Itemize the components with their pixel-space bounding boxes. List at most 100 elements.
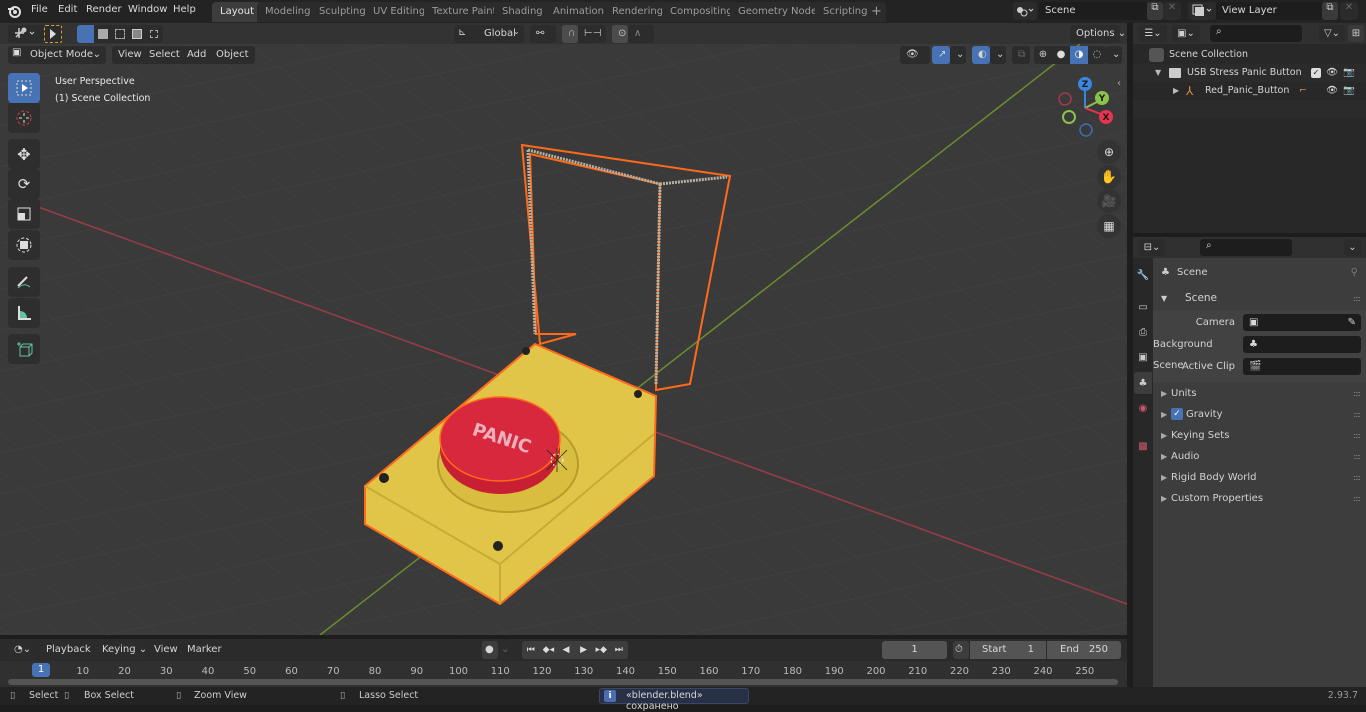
camera-render-icon[interactable]: 📷	[1343, 64, 1355, 82]
panel-keying-sets[interactable]: ▶ Keying Sets::::	[1153, 425, 1366, 446]
drag-handle-icon[interactable]: ::::	[1353, 288, 1361, 309]
tab-view-layer[interactable]: ▣	[1134, 346, 1152, 368]
menu-marker[interactable]: Marker	[181, 641, 228, 659]
expand-arrow-icon[interactable]: ▼	[1155, 64, 1161, 82]
tool-rotate[interactable]: ⟳	[8, 169, 40, 199]
select-invert-icon[interactable]	[128, 25, 145, 43]
delete-scene-icon[interactable]: ✕	[1163, 2, 1181, 20]
menu-file[interactable]: File	[31, 4, 48, 15]
menu-view[interactable]: View	[148, 641, 184, 659]
tweak-tool-button[interactable]	[44, 25, 62, 43]
eye-icon[interactable]: 👁	[1326, 82, 1338, 100]
rendered-shading-icon[interactable]: ◌	[1088, 46, 1106, 64]
editor-type-button[interactable]: ◔⌄	[8, 641, 34, 659]
auto-keying-toggle[interactable]: ●	[482, 641, 498, 659]
drag-handle-icon[interactable]: ::::	[1353, 404, 1361, 425]
camera-view-button[interactable]: 🎥	[1097, 189, 1121, 213]
menu-help[interactable]: Help	[173, 4, 196, 15]
panel-custom-properties[interactable]: ▶ Custom Properties::::	[1153, 488, 1366, 509]
snap-toggle[interactable]: ∩	[562, 25, 578, 43]
exclude-checkbox[interactable]: ✓	[1311, 68, 1321, 78]
drag-handle-icon[interactable]: ::::	[1353, 383, 1361, 404]
current-frame-field[interactable]: 1	[882, 641, 947, 659]
keying-dropdown[interactable]: Keying ⌄	[96, 641, 147, 659]
jump-start-icon[interactable]: ⏮	[522, 641, 540, 659]
play-icon[interactable]: ▶	[575, 641, 593, 659]
select-intersect-icon[interactable]	[145, 25, 162, 43]
outliner-row-scene-collection[interactable]: Scene Collection	[1133, 46, 1366, 64]
playback-dropdown[interactable]: Playback ⌄	[40, 641, 102, 659]
tool-select-box[interactable]	[8, 73, 40, 103]
menu-window[interactable]: Window	[128, 4, 167, 15]
drag-handle-icon[interactable]: ::::	[1353, 425, 1361, 446]
visibility-dropdown[interactable]: 👁	[900, 46, 930, 64]
material-preview-icon[interactable]: ◑	[1070, 46, 1088, 64]
tool-cursor[interactable]	[8, 103, 40, 133]
tab-compositing[interactable]: Compositing	[662, 2, 741, 22]
panel-rigid-body-world[interactable]: ▶ Rigid Body World::::	[1153, 467, 1366, 488]
zoom-view-button[interactable]: ⊕	[1097, 140, 1121, 164]
prev-keyframe-icon[interactable]: ◆◂	[540, 641, 558, 659]
tab-animation[interactable]: Animation	[545, 2, 612, 22]
keying-options-dropdown[interactable]: ⌄	[498, 641, 514, 659]
neg-y-handle[interactable]	[1062, 110, 1076, 124]
tool-move[interactable]: ✥	[8, 139, 40, 169]
camera-render-icon[interactable]: 📷	[1343, 82, 1355, 100]
tab-layout[interactable]: Layout	[212, 2, 262, 22]
next-keyframe-icon[interactable]: ▸◆	[592, 641, 610, 659]
view-layer-name-field[interactable]: View Layer	[1216, 2, 1322, 20]
editor-type-button[interactable]: ⊟⌄	[1139, 239, 1165, 256]
gizmo-toggle[interactable]: ↗	[932, 46, 950, 64]
tool-add-cube[interactable]	[8, 334, 40, 364]
duplicate-scene-icon[interactable]: ⧉	[1147, 2, 1163, 20]
pan-view-button[interactable]: ✋	[1097, 165, 1121, 189]
timeline-scrollbar[interactable]	[8, 679, 1118, 685]
outliner-row-collection[interactable]: ▼ USB Stress Panic Button ✓ 👁 📷	[1133, 64, 1366, 82]
camera-field[interactable]: ▣ ✎	[1243, 314, 1361, 331]
view-layer-browse-button[interactable]	[1188, 2, 1216, 20]
tab-texture[interactable]: ▩	[1134, 435, 1152, 457]
playhead[interactable]: 1	[32, 663, 50, 677]
drag-handle-icon[interactable]: ::::	[1353, 488, 1361, 509]
tab-shading[interactable]: Shading	[494, 2, 551, 22]
tab-render[interactable]: ▭	[1134, 296, 1152, 318]
panel-gravity[interactable]: ▶ ✓ Gravity::::	[1153, 404, 1366, 425]
panel-scene-header[interactable]: ▼ Scene ::::	[1153, 288, 1366, 309]
menu-add[interactable]: Add	[181, 46, 213, 64]
editor-type-button[interactable]	[8, 25, 44, 43]
xray-toggle[interactable]: ⧉	[1012, 46, 1030, 64]
select-subtract-icon[interactable]	[111, 25, 128, 43]
menu-select[interactable]: Select	[143, 46, 186, 64]
new-collection-button[interactable]: ⊞	[1348, 25, 1364, 42]
drag-handle-icon[interactable]: ::::	[1353, 446, 1361, 467]
outliner-row-object[interactable]: ▶ ⅄ Red_Panic_Button ⌐ 👁 📷	[1133, 82, 1366, 100]
tab-tool[interactable]: 🔧	[1134, 264, 1152, 286]
duplicate-view-layer-icon[interactable]: ⧉	[1322, 2, 1338, 20]
pivot-point-button[interactable]: ⚯	[530, 25, 556, 43]
menu-render[interactable]: Render	[86, 4, 122, 15]
properties-options-dropdown[interactable]: ⌄	[1344, 239, 1361, 256]
drag-handle-icon[interactable]: ::::	[1353, 467, 1361, 488]
active-clip-field[interactable]: 🎬	[1243, 358, 1361, 375]
neg-x-handle[interactable]	[1058, 92, 1072, 106]
mode-dropdown[interactable]: Object Mode ⌄	[8, 46, 106, 64]
eye-icon[interactable]: 👁	[1326, 64, 1338, 82]
tab-scene[interactable]: ♣	[1134, 372, 1152, 394]
tab-world[interactable]: ◉	[1134, 397, 1152, 419]
proportional-edit-toggle[interactable]: ⊙	[612, 25, 628, 43]
properties-search-input[interactable]: ⌕	[1200, 239, 1292, 256]
end-frame-field[interactable]: End 250	[1047, 641, 1121, 659]
overlay-toggle[interactable]: ◐	[972, 46, 990, 64]
overlay-dropdown[interactable]: ⌄	[990, 46, 1006, 64]
scene-browse-button[interactable]	[1013, 2, 1037, 20]
panel-audio[interactable]: ▶ Audio::::	[1153, 446, 1366, 467]
report-message[interactable]: i «blender.blend» сохранено	[599, 688, 749, 712]
panel-units[interactable]: ▶ Units::::	[1153, 383, 1366, 404]
scene-name-field[interactable]: Scene	[1039, 2, 1147, 20]
tool-scale[interactable]	[8, 199, 40, 229]
falloff-dropdown[interactable]: ∧	[628, 25, 654, 43]
armature-data-icon[interactable]: ⌐	[1299, 82, 1307, 100]
play-reverse-icon[interactable]: ◀	[557, 641, 575, 659]
start-frame-field[interactable]: Start 1	[970, 641, 1046, 659]
gravity-checkbox[interactable]: ✓	[1171, 408, 1183, 420]
